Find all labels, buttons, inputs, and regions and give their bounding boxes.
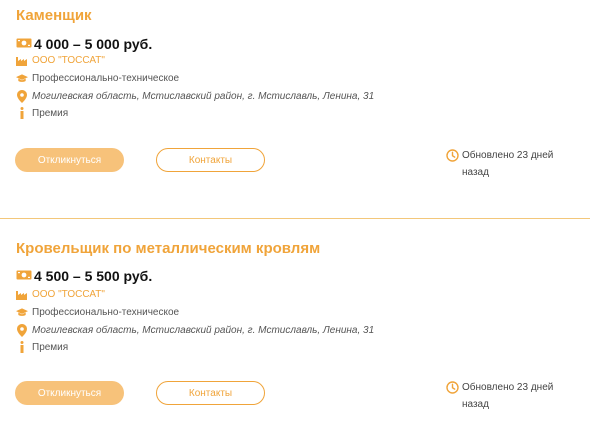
company-name[interactable]: ООО "ТОССАТ" [32,55,105,66]
bonus-row: Премия [16,341,68,353]
bonus-row: Премия [16,107,68,119]
respond-button[interactable]: Откликнуться [15,148,124,172]
address-text: Могилевская область, Мстиславский район,… [32,91,375,102]
vacancy-card: Каменщик 4 000 – 5 000 руб. ООО "ТОССАТ"… [0,0,590,218]
address-text: Могилевская область, Мстиславский район,… [32,325,375,336]
vacancy-title[interactable]: Кровельщик по металлическим кровлям [16,240,320,257]
graduation-cap-icon [16,73,28,84]
updated-text-line1: Обновлено 23 дней [462,150,554,161]
education-row: Профессионально-техническое [16,307,179,318]
info-icon [16,341,28,353]
salary-value: 4 000 – 5 000 руб. [34,36,153,52]
salary-value: 4 500 – 5 500 руб. [34,268,153,284]
salary: 4 500 – 5 500 руб. [16,268,152,284]
vacancy-card: Кровельщик по металлическим кровлям 4 50… [0,219,590,429]
clock-icon [446,381,459,401]
factory-icon [16,289,28,300]
company-row: ООО "ТОССАТ" [16,289,105,300]
bonus-text: Премия [32,107,69,119]
respond-button[interactable]: Откликнуться [15,381,124,405]
money-icon [16,268,32,284]
bonus-text: Премия [32,341,69,353]
salary: 4 000 – 5 000 руб. [16,36,152,52]
updated-text-line2: назад [462,167,489,178]
address-row: Могилевская область, Мстиславский район,… [16,90,374,103]
clock-icon [446,149,459,169]
updated-text-line2: назад [462,399,489,410]
info-icon [16,107,28,119]
location-pin-icon [16,324,28,337]
contacts-button[interactable]: Контакты [156,381,265,405]
money-icon [16,36,32,52]
education-text: Профессионально-техническое [32,307,180,318]
graduation-cap-icon [16,307,28,318]
updated-text-line1: Обновлено 23 дней [462,382,554,393]
location-pin-icon [16,90,28,103]
education-text: Профессионально-техническое [32,73,180,84]
company-name[interactable]: ООО "ТОССАТ" [32,289,105,300]
address-row: Могилевская область, Мстиславский район,… [16,324,374,337]
contacts-button[interactable]: Контакты [156,148,265,172]
education-row: Профессионально-техническое [16,73,179,84]
vacancy-title[interactable]: Каменщик [16,7,92,24]
company-row: ООО "ТОССАТ" [16,55,105,66]
factory-icon [16,55,28,66]
